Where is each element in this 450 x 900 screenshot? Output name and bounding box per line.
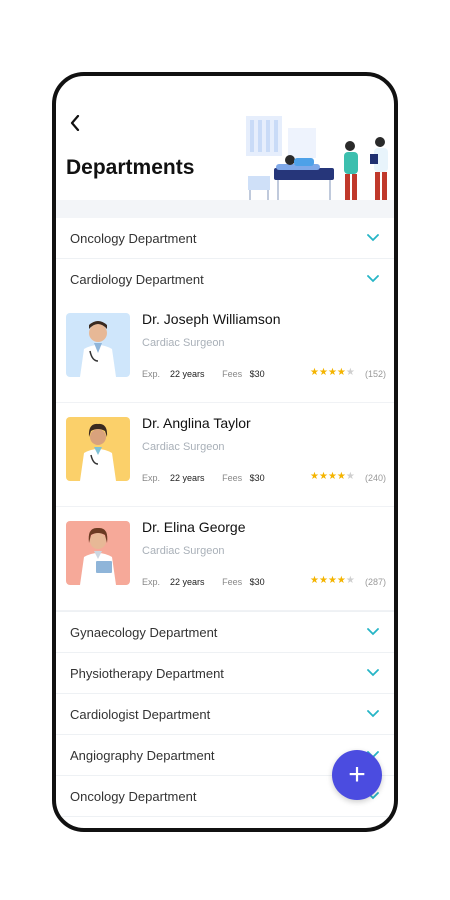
star-filled-icon: ★ — [310, 471, 319, 482]
doctor-specialty: Cardiac Surgeon — [142, 337, 225, 349]
star-filled-icon: ★ — [318, 471, 328, 482]
doctor-avatar-male — [66, 313, 130, 377]
department-item-physiotherapy[interactable]: Physiotherapy Department — [56, 653, 394, 694]
department-label: Gynaecology Department — [70, 624, 218, 640]
chevron-down-icon — [366, 231, 380, 245]
plus-icon: + — [348, 758, 366, 791]
exp-value: 22 years — [170, 473, 205, 483]
doctor-card[interactable]: Dr. Elina George Cardiac Surgeon Exp. 22… — [56, 507, 394, 611]
star-filled-icon: ★ — [310, 367, 319, 378]
hospital-illustration — [236, 106, 394, 210]
doctor-photo — [66, 417, 130, 481]
chevron-left-icon — [70, 115, 80, 131]
review-count: (240) — [365, 473, 387, 483]
department-label: Oncology Department — [70, 788, 197, 804]
rating-stars: ★★★★★ — [310, 471, 355, 482]
star-empty-icon: ★ — [345, 471, 355, 482]
chevron-down-icon — [366, 707, 380, 721]
star-filled-icon: ★ — [327, 367, 337, 378]
exp-label: Exp. — [142, 369, 161, 379]
star-filled-icon: ★ — [327, 471, 337, 482]
doctor-name: Dr. Elina George — [142, 519, 246, 535]
star-filled-icon: ★ — [310, 575, 319, 586]
fees-value: $30 — [249, 369, 265, 379]
exp-label: Exp. — [142, 473, 161, 483]
rating-stars: ★★★★★ — [310, 367, 355, 378]
rating-stars: ★★★★★ — [310, 575, 355, 586]
department-item-oncology[interactable]: Oncology Department — [56, 218, 394, 259]
fees-label: Fees — [222, 369, 243, 379]
department-item-cardiology[interactable]: Cardiology Department — [56, 259, 394, 299]
star-filled-icon: ★ — [336, 367, 346, 378]
doctor-meta: Exp. 22 years Fees $30 — [142, 473, 265, 483]
doctor-avatar-female — [66, 417, 130, 481]
star-filled-icon: ★ — [336, 471, 346, 482]
star-filled-icon: ★ — [336, 575, 346, 586]
add-button[interactable]: + — [332, 750, 382, 800]
doctor-specialty: Cardiac Surgeon — [142, 545, 225, 557]
chevron-down-icon — [366, 272, 380, 286]
review-count: (287) — [365, 577, 387, 587]
doctor-specialty: Cardiac Surgeon — [142, 441, 225, 453]
doctor-name: Dr. Joseph Williamson — [142, 311, 281, 327]
doctor-card[interactable]: Dr. Anglina Taylor Cardiac Surgeon Exp. … — [56, 403, 394, 507]
department-list: Oncology Department Cardiology Departmen… — [56, 218, 394, 817]
star-filled-icon: ★ — [318, 367, 328, 378]
page-title: Departments — [66, 156, 195, 179]
fees-label: Fees — [222, 473, 243, 483]
department-item-gynaecology[interactable]: Gynaecology Department — [56, 611, 394, 653]
back-button[interactable] — [64, 112, 86, 134]
exp-value: 22 years — [170, 369, 205, 379]
chevron-down-icon — [366, 666, 380, 680]
phone-frame: Departments Oncology Department Cardiolo… — [52, 72, 398, 832]
doctor-avatar-female — [66, 521, 130, 585]
header-divider-band — [56, 200, 394, 218]
department-label: Angiography Department — [70, 747, 215, 763]
doctor-name: Dr. Anglina Taylor — [142, 415, 251, 431]
doctor-meta: Exp. 22 years Fees $30 — [142, 577, 265, 587]
exp-label: Exp. — [142, 577, 161, 587]
doctor-meta: Exp. 22 years Fees $30 — [142, 369, 265, 379]
fees-value: $30 — [249, 577, 265, 587]
star-filled-icon: ★ — [318, 575, 328, 586]
department-label: Cardiologist Department — [70, 706, 211, 722]
department-label: Cardiology Department — [70, 271, 204, 287]
star-empty-icon: ★ — [345, 367, 355, 378]
star-empty-icon: ★ — [345, 575, 355, 586]
review-count: (152) — [365, 369, 387, 379]
star-filled-icon: ★ — [327, 575, 337, 586]
department-item-cardiologist[interactable]: Cardiologist Department — [56, 694, 394, 735]
departments-screen: Departments Oncology Department Cardiolo… — [56, 76, 394, 828]
doctor-photo — [66, 521, 130, 585]
chevron-down-icon — [366, 625, 380, 639]
fees-value: $30 — [249, 473, 265, 483]
department-label: Oncology Department — [70, 230, 197, 246]
doctor-photo — [66, 313, 130, 377]
fees-label: Fees — [222, 577, 243, 587]
department-label: Physiotherapy Department — [70, 665, 224, 681]
doctor-card[interactable]: Dr. Joseph Williamson Cardiac Surgeon Ex… — [56, 299, 394, 403]
exp-value: 22 years — [170, 577, 205, 587]
